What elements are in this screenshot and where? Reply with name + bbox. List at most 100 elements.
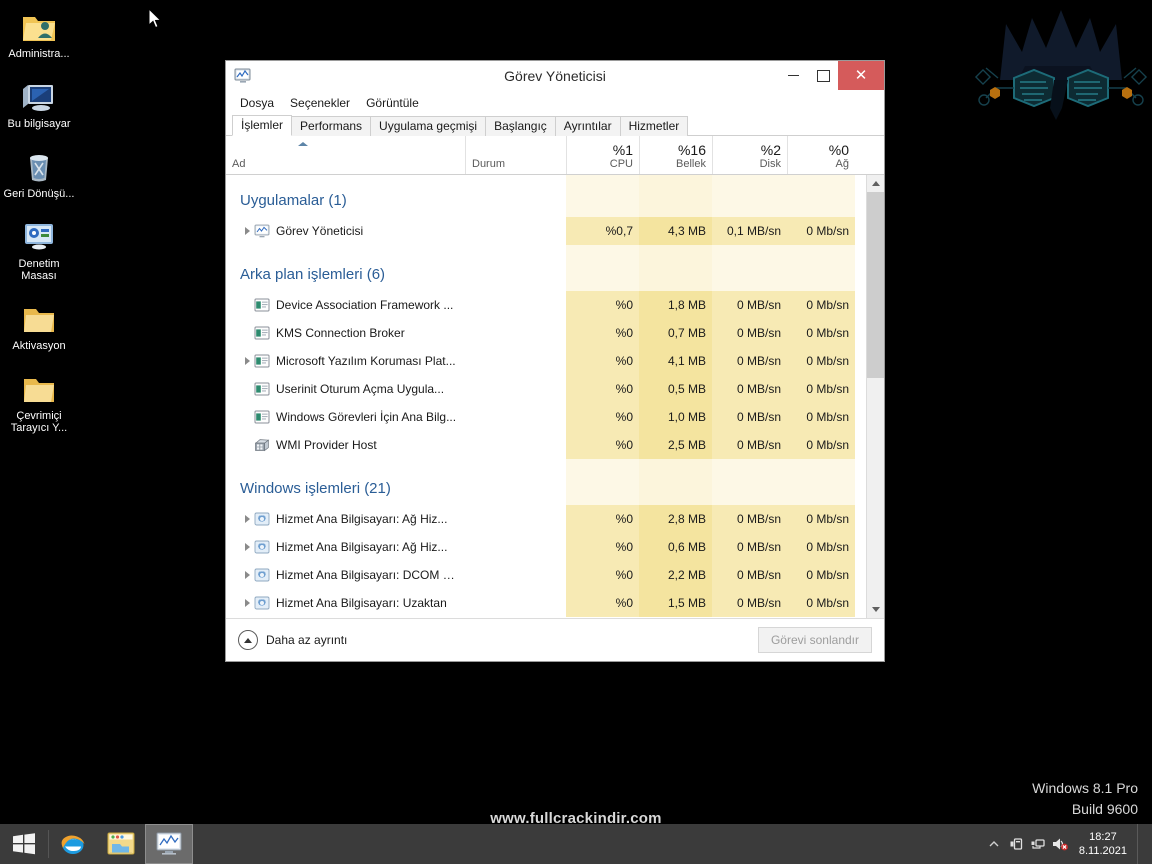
internet-explorer-icon	[58, 829, 88, 859]
process-name: WMI Provider Host	[276, 438, 377, 452]
table-row[interactable]: KMS Connection Broker%00,7 MB0 MB/sn0 Mb…	[226, 319, 866, 347]
process-cpu: %0	[566, 347, 639, 375]
column-header-durum[interactable]: Durum	[465, 136, 566, 174]
show-hidden-icons-button[interactable]	[983, 824, 1005, 864]
tray-item-volume-muted[interactable]	[1049, 824, 1071, 864]
tab-ayrintilar[interactable]: Ayrıntılar	[555, 116, 621, 136]
tab-hizmetler[interactable]: Hizmetler	[620, 116, 689, 136]
service-gear-icon	[254, 511, 270, 527]
taskbar-item-task-manager[interactable]	[145, 824, 193, 864]
menu-bar[interactable]: Dosya Seçenekler Görüntüle	[226, 92, 884, 114]
process-cpu: %0	[566, 505, 639, 533]
table-row[interactable]: Görev Yöneticisi%0,74,3 MB0,1 MB/sn0 Mb/…	[226, 217, 866, 245]
process-memory: 0,5 MB	[639, 375, 712, 403]
maximize-button[interactable]	[808, 61, 838, 90]
desktop-icon-administrator[interactable]: Administra...	[0, 4, 78, 60]
scroll-down-button[interactable]	[867, 601, 884, 618]
taskbar[interactable]: 18:27 8.11.2021	[0, 824, 1152, 864]
show-desktop-button[interactable]	[1137, 824, 1146, 864]
tab-baslangic[interactable]: Başlangıç	[485, 116, 556, 136]
desktop-icon-control-panel[interactable]: Denetim Masası	[0, 214, 78, 282]
process-status	[465, 403, 566, 431]
process-network: 0 Mb/sn	[787, 319, 855, 347]
column-header-bellek[interactable]: %16 Bellek	[639, 136, 712, 174]
table-row[interactable]: Device Association Framework ...%01,8 MB…	[226, 291, 866, 319]
column-header-cpu[interactable]: %1 CPU	[566, 136, 639, 174]
group-title: Uygulamalar (1)	[226, 192, 347, 209]
table-row[interactable]: Userinit Oturum Açma Uygula...%00,5 MB0 …	[226, 375, 866, 403]
chevron-up-circle-icon	[238, 630, 258, 650]
table-row[interactable]: Hizmet Ana Bilgisayarı: Ağ Hiz...%02,8 M…	[226, 505, 866, 533]
window-footer[interactable]: Daha az ayrıntı Görevi sonlandır	[226, 618, 884, 661]
process-memory: 1,0 MB	[639, 403, 712, 431]
process-list-area[interactable]: Uygulamalar (1) Görev Yöneticisi%0,74,3 M…	[226, 175, 884, 618]
minimize-button[interactable]	[778, 61, 808, 90]
menu-item-goruntule[interactable]: Görüntüle	[358, 94, 427, 112]
table-row[interactable]: Windows Görevleri İçin Ana Bilg... %01,0 …	[226, 403, 866, 431]
taskbar-item-internet-explorer[interactable]	[49, 824, 97, 864]
tab-strip[interactable]: İşlemler Performans Uygulama geçmişi Baş…	[226, 114, 884, 136]
desktop[interactable]: Administra... Bu bilgisayar	[0, 0, 1152, 864]
table-row[interactable]: Microsoft Yazılım Koruması Plat...%04,1 …	[226, 347, 866, 375]
tray-item-flash-drive[interactable]	[1005, 824, 1027, 864]
vertical-scrollbar[interactable]	[866, 175, 884, 618]
process-name: Hizmet Ana Bilgisayarı: Uzaktan	[276, 596, 447, 610]
desktop-icon-label: Denetim Masası	[0, 258, 78, 282]
window-titlebar[interactable]: Görev Yöneticisi ✕	[226, 61, 884, 92]
fewer-details-button[interactable]: Daha az ayrıntı	[238, 630, 347, 650]
process-list[interactable]: Uygulamalar (1) Görev Yöneticisi%0,74,3 M…	[226, 175, 866, 618]
tab-performans[interactable]: Performans	[291, 116, 371, 136]
expand-toggle-icon[interactable]	[240, 515, 254, 523]
volume-muted-icon	[1051, 836, 1069, 852]
end-task-button[interactable]: Görevi sonlandır	[758, 627, 872, 653]
computer-icon	[0, 74, 78, 114]
process-name: Windows Görevleri İçin Ana Bilg...	[276, 410, 456, 424]
close-button[interactable]: ✕	[838, 61, 884, 90]
expand-toggle-icon[interactable]	[240, 227, 254, 235]
process-network: 0 Mb/sn	[787, 217, 855, 245]
scrollbar-thumb[interactable]	[867, 192, 884, 378]
tab-uygulama-gecmisi[interactable]: Uygulama geçmişi	[370, 116, 486, 136]
chevron-up-icon	[872, 181, 880, 186]
process-group-header[interactable]: Arka plan işlemleri (6)	[226, 257, 866, 291]
process-network: 0 Mb/sn	[787, 403, 855, 431]
desktop-icon-this-pc[interactable]: Bu bilgisayar	[0, 74, 78, 130]
expand-toggle-icon[interactable]	[240, 571, 254, 579]
column-headers[interactable]: Ad Durum %1 CPU %16 Bellek %2 Disk %0 Ağ	[226, 136, 884, 175]
column-header-disk[interactable]: %2 Disk	[712, 136, 787, 174]
table-row[interactable]: WMI Provider Host%02,5 MB0 MB/sn0 Mb/sn	[226, 431, 866, 459]
process-group-header[interactable]: Uygulamalar (1)	[226, 183, 866, 217]
column-header-ad[interactable]: Ad	[226, 136, 465, 174]
task-manager-window[interactable]: Görev Yöneticisi ✕ Dosya Seçenekler Görü…	[225, 60, 885, 662]
table-row[interactable]: Hizmet Ana Bilgisayarı: Ağ Hiz...%00,6 M…	[226, 533, 866, 561]
table-row[interactable]: Hizmet Ana Bilgisayarı: DCOM S...%02,2 M…	[226, 561, 866, 589]
system-tray[interactable]: 18:27 8.11.2021	[983, 824, 1152, 864]
taskbar-item-file-explorer[interactable]	[97, 824, 145, 864]
process-network: 0 Mb/sn	[787, 561, 855, 589]
desktop-icon-cevrimici-tarayici[interactable]: Çevrimiçi Tarayıcı Y...	[0, 366, 78, 434]
table-row[interactable]: Hizmet Ana Bilgisayarı: Uzaktan%01,5 MB0…	[226, 589, 866, 617]
expand-toggle-icon[interactable]	[240, 357, 254, 365]
wallpaper-art-icon	[970, 0, 1152, 140]
tab-islemler[interactable]: İşlemler	[232, 115, 292, 136]
process-group-header[interactable]: Windows işlemleri (21)	[226, 471, 866, 505]
app-window-icon	[254, 353, 270, 369]
app-window-icon	[254, 325, 270, 341]
column-header-ag[interactable]: %0 Ağ	[787, 136, 855, 174]
process-cpu: %0	[566, 403, 639, 431]
start-button[interactable]	[0, 824, 48, 864]
scroll-up-button[interactable]	[867, 175, 884, 192]
tray-item-network[interactable]	[1027, 824, 1049, 864]
desktop-icon-recycle-bin[interactable]: Geri Dönüşü...	[0, 144, 78, 200]
expand-toggle-icon[interactable]	[240, 543, 254, 551]
folder-icon	[0, 366, 78, 406]
expand-toggle-icon[interactable]	[240, 599, 254, 607]
menu-item-secenekler[interactable]: Seçenekler	[282, 94, 358, 112]
wmi-host-icon	[254, 437, 270, 453]
process-cpu: %0	[566, 533, 639, 561]
menu-item-dosya[interactable]: Dosya	[232, 94, 282, 112]
desktop-icon-aktivasyon[interactable]: Aktivasyon	[0, 296, 78, 352]
process-memory: 2,5 MB	[639, 431, 712, 459]
clock[interactable]: 18:27 8.11.2021	[1071, 830, 1137, 858]
list-spacer	[226, 175, 866, 183]
